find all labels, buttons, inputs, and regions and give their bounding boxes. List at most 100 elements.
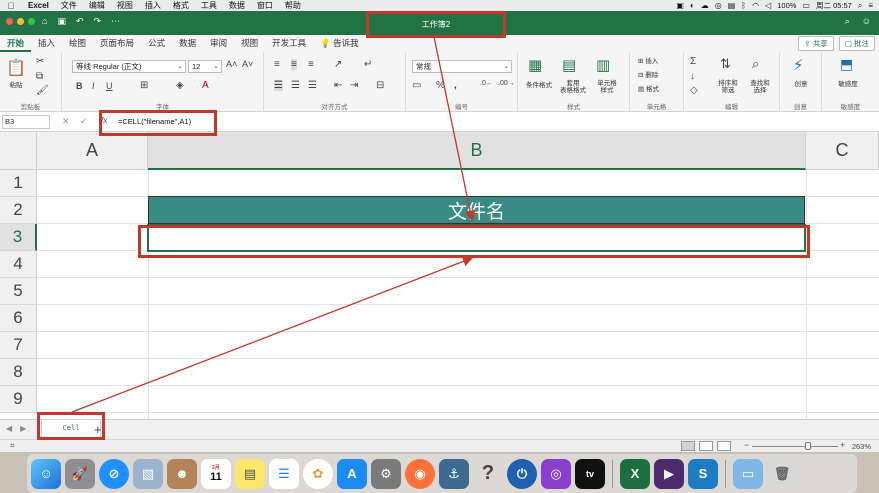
prev-sheet-icon[interactable]: ◀: [6, 424, 12, 433]
firefox-icon[interactable]: ◉: [405, 458, 435, 489]
menu-format[interactable]: 格式: [167, 0, 195, 11]
row-header-2[interactable]: 2: [0, 197, 37, 224]
tell-me[interactable]: 💡 告诉我: [313, 35, 365, 52]
notes-icon[interactable]: ▤: [235, 458, 265, 489]
borders-icon[interactable]: ⊞: [140, 80, 148, 91]
conditional-format-icon[interactable]: ▦: [528, 56, 542, 74]
comma-icon[interactable]: ,: [454, 80, 457, 91]
conditional-format-label[interactable]: 条件格式: [522, 82, 556, 89]
function-icon[interactable]: fx: [101, 116, 107, 125]
cell-style-icon[interactable]: ▥: [596, 56, 610, 74]
row-header-6[interactable]: 6: [0, 305, 37, 332]
italic-button[interactable]: I: [92, 81, 95, 91]
fill-icon[interactable]: ↓: [690, 71, 695, 82]
row-header-1[interactable]: 1: [0, 170, 37, 197]
table-format-icon[interactable]: ▤: [562, 56, 576, 74]
launchpad-icon[interactable]: 🚀: [65, 458, 95, 489]
tab-page-layout[interactable]: 页面布局: [93, 35, 141, 52]
reminders-icon[interactable]: ☰: [269, 458, 299, 489]
wifi-icon[interactable]: ◠: [752, 1, 759, 10]
copy-icon[interactable]: ⧉: [36, 71, 43, 82]
sort-filter-label-2[interactable]: 筛选: [714, 87, 742, 94]
row-header-7[interactable]: 7: [0, 332, 37, 359]
underline-button[interactable]: U: [106, 81, 113, 91]
zoom-out-button[interactable]: −: [744, 440, 749, 450]
increase-decimal-icon[interactable]: .0←: [480, 80, 493, 87]
paste-label[interactable]: 粘贴: [6, 82, 26, 89]
redo-icon[interactable]: ↷: [94, 16, 102, 27]
calendar-icon[interactable]: 2月 11: [201, 458, 231, 489]
volume-icon[interactable]: ◁: [765, 1, 771, 10]
bold-button[interactable]: B: [76, 81, 83, 91]
row-header-9[interactable]: 9: [0, 386, 37, 413]
menu-data[interactable]: 数据: [223, 0, 251, 11]
sort-filter-icon[interactable]: ⇅: [720, 56, 731, 72]
bluetooth-icon[interactable]: ᛒ: [741, 1, 746, 10]
sensitivity-label[interactable]: 敏感度: [828, 81, 868, 88]
clear-icon[interactable]: ◇: [690, 85, 698, 96]
tab-draw[interactable]: 绘图: [62, 35, 93, 52]
account-icon[interactable]: ☺: [862, 16, 871, 27]
select-all-corner[interactable]: [0, 132, 37, 170]
preview-icon[interactable]: ▧: [133, 458, 163, 489]
tab-insert[interactable]: 插入: [31, 35, 62, 52]
close-icon[interactable]: [6, 18, 13, 25]
format-cells-button[interactable]: ▤ 格式: [638, 86, 678, 93]
cell-b3-active[interactable]: [147, 224, 806, 252]
add-sheet-button[interactable]: +: [94, 422, 102, 437]
designer-icon[interactable]: ⚡: [793, 56, 804, 74]
worksheet-grid[interactable]: A B C 1 2 3 4 5 6 7 8 9 文件名: [0, 132, 879, 419]
row-header-8[interactable]: 8: [0, 359, 37, 386]
cell-style-label-2[interactable]: 样式: [592, 87, 622, 94]
menu-tools[interactable]: 工具: [195, 0, 223, 11]
tab-developer[interactable]: 开发工具: [265, 35, 313, 52]
zoom-level[interactable]: 263%: [852, 442, 871, 451]
column-header-a[interactable]: A: [37, 132, 148, 170]
undo-icon[interactable]: ↶: [76, 16, 84, 27]
macro-record-icon[interactable]: ⌗: [10, 441, 15, 451]
table-format-label-2[interactable]: 表格格式: [558, 87, 588, 94]
sort-filter-label-1[interactable]: 排序和: [714, 80, 742, 87]
formula-input[interactable]: =CELL("filename",A1): [118, 117, 191, 126]
page-layout-view-icon[interactable]: [699, 441, 713, 451]
creativity-label[interactable]: 创意: [784, 81, 818, 88]
row-header-4[interactable]: 4: [0, 251, 37, 278]
format-painter-icon[interactable]: 🖌: [36, 85, 49, 96]
help-icon[interactable]: ?: [473, 459, 503, 489]
row-header-5[interactable]: 5: [0, 278, 37, 305]
cloud-icon[interactable]: ☁: [701, 1, 709, 10]
tab-home[interactable]: 开始: [0, 35, 32, 52]
menu-insert[interactable]: 插入: [139, 0, 167, 11]
decrease-indent-icon[interactable]: ⇤: [334, 80, 342, 91]
status-icon[interactable]: ◐: [690, 1, 695, 10]
tab-formulas[interactable]: 公式: [141, 35, 172, 52]
cell-b2-header[interactable]: 文件名: [148, 196, 805, 224]
find-select-label-1[interactable]: 查找和: [746, 80, 774, 87]
contacts-icon[interactable]: ☻: [167, 458, 197, 489]
snagit-icon[interactable]: S: [688, 458, 718, 489]
app-store-icon[interactable]: A: [337, 458, 367, 489]
menu-view[interactable]: 视图: [111, 0, 139, 11]
next-sheet-icon[interactable]: ▶: [20, 424, 26, 433]
percent-button[interactable]: %: [436, 80, 445, 91]
apple-tv-icon[interactable]: tv: [575, 458, 605, 489]
align-middle-icon[interactable]: ≡: [291, 59, 297, 70]
save-icon[interactable]: ▣: [57, 16, 66, 27]
control-center-icon[interactable]: ≡: [868, 1, 873, 10]
align-left-icon[interactable]: ☰: [274, 80, 283, 91]
tab-data[interactable]: 数据: [172, 35, 203, 52]
wrap-text-icon[interactable]: ↵: [364, 59, 372, 70]
search-icon[interactable]: ⌕: [845, 16, 850, 27]
font-color-icon[interactable]: A: [202, 80, 209, 91]
align-bottom-icon[interactable]: ≡: [308, 59, 314, 70]
cell-style-label-1[interactable]: 单元格: [592, 80, 622, 87]
column-header-b[interactable]: B: [148, 132, 806, 170]
tab-view[interactable]: 视图: [234, 35, 265, 52]
finder-icon[interactable]: ☺: [31, 458, 61, 489]
row-header-3[interactable]: 3: [0, 224, 37, 251]
excel-icon[interactable]: X: [620, 458, 650, 489]
enter-icon[interactable]: ✓: [80, 116, 88, 127]
menu-app-name[interactable]: Excel: [22, 1, 55, 10]
find-select-label-2[interactable]: 选择: [746, 87, 774, 94]
podcasts-icon[interactable]: ◎: [541, 458, 571, 489]
